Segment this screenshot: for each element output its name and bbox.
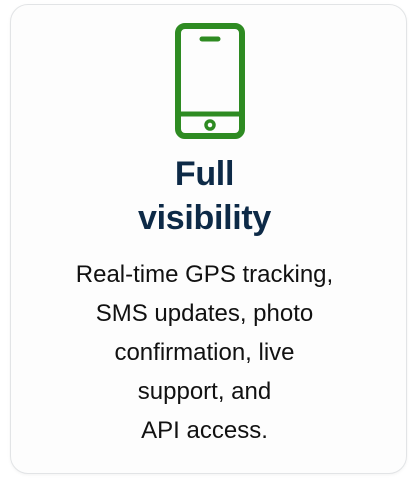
description-line: Real-time GPS tracking, xyxy=(75,261,334,288)
description-line: API access. xyxy=(141,417,268,444)
description-line: confirmation, live xyxy=(114,339,295,366)
card-description: Real-time GPS tracking, SMS updates, pho… xyxy=(0,255,409,450)
card-title-line: Full xyxy=(174,155,235,193)
card-title-line: visibility xyxy=(137,199,272,237)
smartphone-icon xyxy=(175,23,245,139)
card-title: Full visibility xyxy=(0,152,409,240)
description-line: support, and xyxy=(137,378,272,405)
description-line: SMS updates, photo xyxy=(95,300,314,327)
